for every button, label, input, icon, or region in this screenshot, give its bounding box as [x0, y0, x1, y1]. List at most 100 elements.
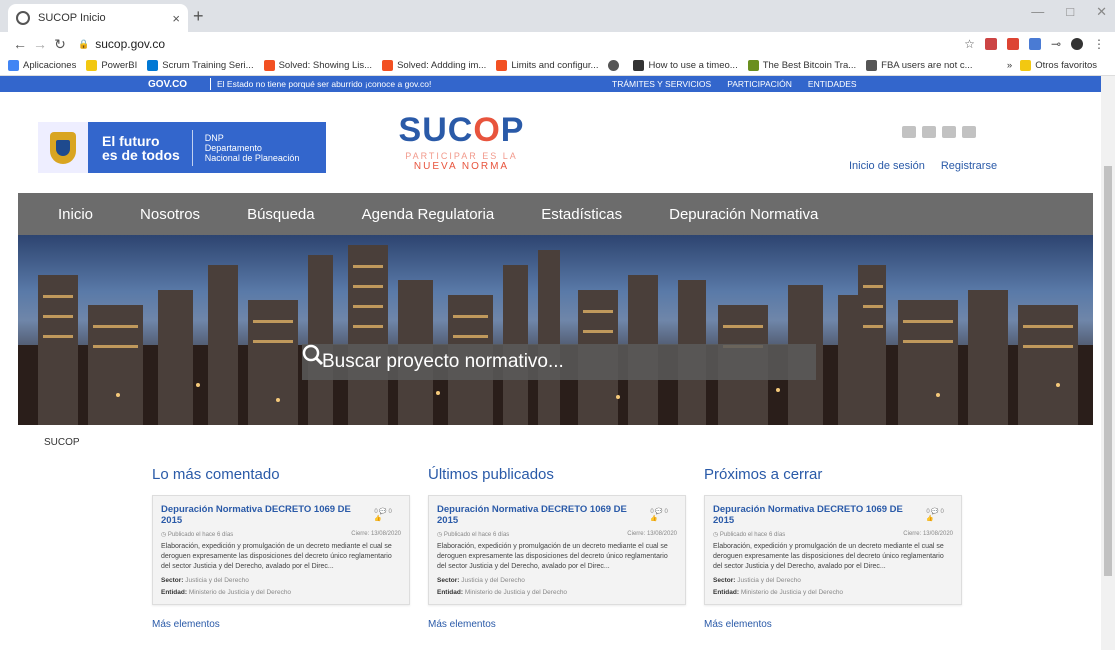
youtube-icon[interactable]	[962, 126, 976, 138]
folder-icon	[1020, 60, 1032, 71]
key-icon[interactable]: ⊸	[1051, 37, 1061, 51]
browser-tab[interactable]: SUCOP Inicio ×	[8, 4, 188, 32]
window-controls: — □ ✕	[1031, 4, 1107, 20]
reload-icon[interactable]: ↻	[50, 36, 70, 53]
page-scrollbar[interactable]	[1101, 76, 1115, 650]
register-link[interactable]: Registrarse	[941, 160, 997, 172]
bookmarks-overflow-button[interactable]: »	[1007, 60, 1012, 71]
gov-link-participacion[interactable]: PARTICIPACIÓN	[727, 79, 792, 89]
card-sector: Sector: Justicia y del Derecho	[437, 577, 525, 584]
more-items-link[interactable]: Más elementos	[152, 619, 220, 630]
divider	[191, 129, 193, 166]
nav-item-depuracion-normativa[interactable]: Depuración Normativa	[669, 206, 818, 223]
card-entity: Entidad: Ministerio de Justicia y del De…	[161, 589, 292, 596]
search-icon[interactable]	[302, 344, 816, 380]
other-favorites[interactable]: Otros favoritos	[1020, 60, 1097, 71]
folder-icon	[86, 60, 98, 71]
more-items-link[interactable]: Más elementos	[704, 619, 772, 630]
nav-item-busqueda[interactable]: Búsqueda	[247, 206, 315, 223]
profile-avatar-icon[interactable]	[1071, 38, 1083, 50]
card-closes: Cierre: 13/08/2020	[351, 531, 401, 537]
translate-extension-icon[interactable]	[1028, 38, 1041, 50]
breadcrumb[interactable]: SUCOP	[44, 437, 80, 448]
close-window-icon[interactable]: ✕	[1096, 4, 1107, 20]
project-card[interactable]: Depuración Normativa DECRETO 1069 DE 201…	[704, 495, 962, 605]
maximize-icon[interactable]: □	[1066, 4, 1074, 20]
card-closes: Cierre: 13/08/2020	[627, 531, 677, 537]
card-title[interactable]: Depuración Normativa DECRETO 1069 DE 201…	[437, 504, 650, 526]
project-card[interactable]: Depuración Normativa DECRETO 1069 DE 201…	[428, 495, 686, 605]
browser-toolbar: ← → ↻ 🔒 sucop.gov.co ☆ ⊸ ⋮	[0, 32, 1115, 56]
card-entity: Entidad: Ministerio de Justicia y del De…	[437, 589, 568, 596]
minimize-icon[interactable]: —	[1031, 4, 1044, 20]
main-nav: Inicio Nosotros Búsqueda Agenda Regulato…	[18, 193, 1093, 235]
section-title: Próximos a cerrar	[704, 466, 823, 483]
lock-icon: 🔒	[78, 38, 90, 49]
bookmark-item[interactable]: Solved: Addding im...	[382, 60, 486, 71]
column-latest-published: Últimos publicados Depuración Normativa …	[428, 466, 686, 632]
section-title: Últimos publicados	[428, 466, 554, 483]
card-published: ◷ Publicado el hace 6 días	[161, 532, 234, 538]
search-placeholder: Buscar proyecto normativo...	[322, 351, 564, 372]
auth-links: Inicio de sesión Registrarse	[849, 160, 997, 172]
site-favicon-icon	[16, 11, 30, 25]
bookmark-item[interactable]: Solved: Showing Lis...	[263, 60, 372, 71]
nav-item-nosotros[interactable]: Nosotros	[140, 206, 200, 223]
card-published: ◷ Publicado el hace 6 días	[437, 532, 510, 538]
bookmark-favicon-icon	[866, 60, 878, 71]
back-icon[interactable]: ←	[10, 36, 30, 52]
adobe-extension-icon[interactable]	[1006, 38, 1019, 50]
card-published: ◷ Publicado el hace 6 días	[713, 532, 786, 538]
twitter-icon[interactable]	[942, 126, 956, 138]
column-most-commented: Lo más comentado Depuración Normativa DE…	[152, 466, 410, 632]
search-input[interactable]: Buscar proyecto normativo...	[302, 344, 816, 380]
extension-icons: ☆ ⊸ ⋮	[964, 37, 1105, 51]
scrollbar-thumb[interactable]	[1104, 166, 1112, 576]
tab-title: SUCOP Inicio	[38, 12, 106, 24]
nav-item-agenda-regulatoria[interactable]: Agenda Regulatoria	[362, 206, 495, 223]
card-description: Elaboración, expedición y promulgación d…	[437, 543, 668, 570]
bookmark-item[interactable]: How to use a timeo...	[633, 60, 738, 71]
dnp-slogan: El futuro es de todos	[102, 132, 180, 163]
bookmark-item[interactable]	[608, 60, 623, 71]
more-items-link[interactable]: Más elementos	[428, 619, 496, 630]
microsoft-icon	[263, 60, 275, 71]
bookmark-item[interactable]: PowerBI	[86, 60, 137, 71]
sitemap-icon[interactable]	[902, 126, 916, 138]
browser-tabbar: SUCOP Inicio × + — □ ✕	[0, 0, 1115, 32]
bookmark-item[interactable]: Scrum Training Seri...	[147, 60, 254, 71]
section-title: Lo más comentado	[152, 466, 280, 483]
bookmark-item[interactable]: The Best Bitcoin Tra...	[747, 60, 856, 71]
sucop-wordmark: SUCOP	[398, 111, 525, 149]
nav-item-estadisticas[interactable]: Estadísticas	[541, 206, 622, 223]
login-link[interactable]: Inicio de sesión	[849, 160, 925, 172]
card-title[interactable]: Depuración Normativa DECRETO 1069 DE 201…	[713, 504, 926, 526]
bookmark-item[interactable]: Aplicaciones	[8, 60, 76, 71]
dnp-logo[interactable]: El futuro es de todos DNP Departamento N…	[38, 122, 326, 173]
gov-link-entidades[interactable]: ENTIDADES	[808, 79, 857, 89]
tab-close-icon[interactable]: ×	[172, 11, 180, 26]
menu-kebab-icon[interactable]: ⋮	[1093, 37, 1105, 51]
facebook-icon[interactable]	[922, 126, 936, 138]
bookmark-favicon-icon	[633, 60, 645, 71]
bookmark-item[interactable]: Limits and configur...	[496, 60, 598, 71]
govco-logo[interactable]: GOV.CO	[148, 79, 187, 90]
bookmark-item[interactable]: FBA users are not c...	[866, 60, 973, 71]
address-bar[interactable]: 🔒 sucop.gov.co	[78, 33, 964, 55]
project-card[interactable]: Depuración Normativa DECRETO 1069 DE 201…	[152, 495, 410, 605]
pdf-extension-icon[interactable]	[984, 38, 997, 50]
bookmark-star-icon[interactable]: ☆	[964, 37, 975, 51]
new-tab-button[interactable]: +	[193, 6, 204, 27]
forward-icon[interactable]: →	[30, 36, 50, 52]
card-entity: Entidad: Ministerio de Justicia y del De…	[713, 589, 844, 596]
card-sector: Sector: Justicia y del Derecho	[161, 577, 249, 584]
gov-link-tramites[interactable]: TRÁMITES Y SERVICIOS	[612, 79, 711, 89]
card-stats: 0 💬 0 👍	[374, 509, 392, 522]
divider	[210, 78, 211, 90]
card-description: Elaboración, expedición y promulgación d…	[161, 543, 392, 570]
nav-item-inicio[interactable]: Inicio	[58, 206, 93, 223]
gov-message[interactable]: El Estado no tiene porqué ser aburrido ¡…	[217, 79, 431, 89]
card-title[interactable]: Depuración Normativa DECRETO 1069 DE 201…	[161, 504, 374, 526]
globe-icon	[608, 60, 620, 71]
sucop-logo[interactable]: SUCOP PARTICIPAR ES LA NUEVA NORMA	[394, 112, 529, 172]
